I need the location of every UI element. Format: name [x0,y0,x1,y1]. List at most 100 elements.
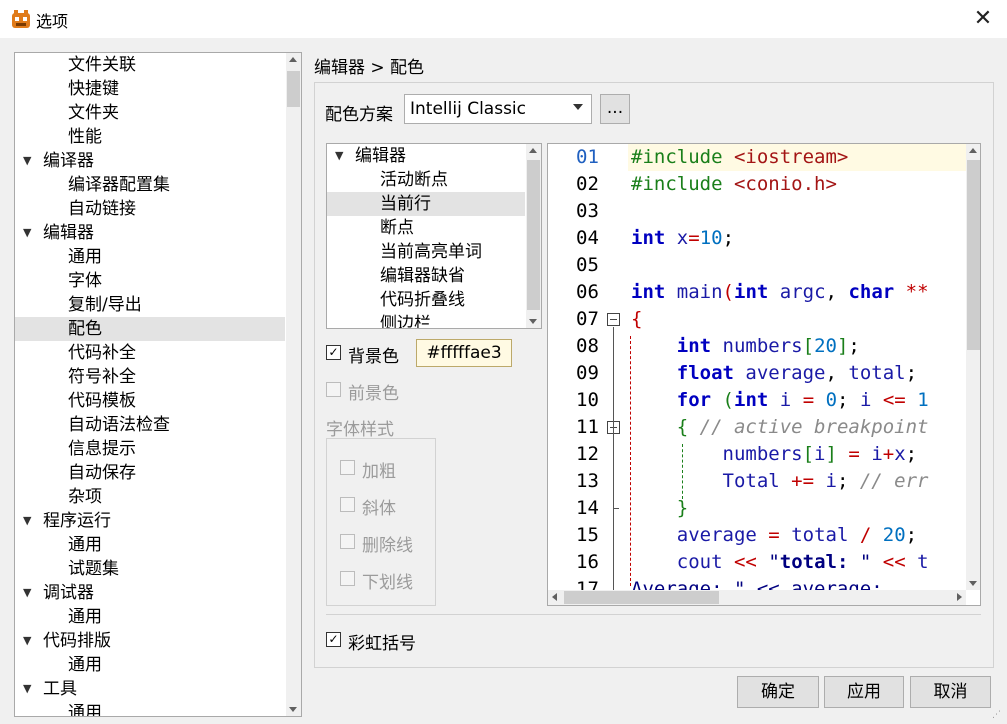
nav-item[interactable]: 代码补全 [15,341,285,365]
nav-item[interactable]: 编译器配置集 [15,173,285,197]
nav-item-label: 通用 [68,535,102,555]
nav-item[interactable]: 自动保存 [15,461,285,485]
nav-item[interactable]: 代码模板 [15,389,285,413]
chevron-down-icon[interactable]: ▼ [23,629,31,653]
chevron-down-icon[interactable]: ▼ [23,509,31,533]
color-item[interactable]: 代码折叠线 [327,288,525,312]
editor-gutter: 01 02 03 04 05 06 07 08 09 10 11 12 13 14 15 16 17 [548,144,628,605]
scheme-select[interactable]: Intellij Classic [404,94,592,124]
chevron-down-icon [573,104,583,110]
nav-item-label: 代码模板 [68,391,136,411]
scheme-value: Intellij Classic [410,99,527,119]
editor-horizontal-scrollbar[interactable] [548,590,966,605]
chevron-down-icon[interactable]: ▼ [23,581,31,605]
nav-item[interactable]: 性能 [15,125,285,149]
nav-group[interactable]: ▼ 编辑器 [15,221,285,245]
nav-item[interactable]: 文件关联 [15,53,285,77]
line-number: 13 [576,470,599,492]
resize-grip-icon[interactable]: ⋰ [992,710,1001,720]
scheme-label: 配色方案 [325,105,393,125]
background-label: 背景色 [348,347,399,367]
strikeout-checkbox[interactable] [340,534,355,549]
color-item[interactable]: 当前高亮单词 [327,240,525,264]
italic-label: 斜体 [362,499,396,519]
apply-button[interactable]: 应用 [824,676,904,708]
color-item[interactable]: 断点 [327,216,525,240]
nav-item-label: 调试器 [43,583,94,603]
nav-item-label: 文件关联 [68,55,136,75]
code-preview-editor[interactable]: 01 02 03 04 05 06 07 08 09 10 11 12 13 14 15 16 17 #incl… [547,143,981,606]
line-number: 09 [576,362,599,384]
chevron-down-icon[interactable]: ▼ [23,221,31,245]
color-item-label: 代码折叠线 [380,290,465,310]
line-number: 06 [576,281,599,303]
chevron-down-icon[interactable]: ▼ [23,677,31,701]
color-item-label: 当前高亮单词 [380,242,482,262]
separator [326,614,981,615]
nav-item[interactable]: 符号补全 [15,365,285,389]
italic-checkbox[interactable] [340,497,355,512]
color-item[interactable]: 当前行 [327,192,525,216]
nav-item[interactable]: 快捷键 [15,77,285,101]
bold-label: 加粗 [362,462,396,482]
nav-item[interactable]: 通用 [15,605,285,629]
rainbow-brackets-checkbox[interactable]: ✓ [326,632,341,647]
nav-group[interactable]: ▼ 工具 [15,677,285,701]
line-number: 07 [576,308,599,330]
nav-item[interactable]: 自动链接 [15,197,285,221]
nav-scrollbar[interactable] [286,53,301,716]
close-icon[interactable]: ✕ [968,4,998,34]
color-item[interactable]: 活动断点 [327,168,525,192]
nav-group[interactable]: ▼ 调试器 [15,581,285,605]
nav-item[interactable]: 通用 [15,245,285,269]
chevron-down-icon[interactable]: ▼ [335,144,343,168]
app-icon [12,10,30,28]
color-item-tree: 侧边栏 代码折叠线 编辑器缺省 当前高亮单词 断点 当前行 活动断点 ▼ 编辑器 [326,143,542,329]
strikeout-label: 删除线 [362,536,413,556]
bold-checkbox[interactable] [340,460,355,475]
nav-group[interactable]: ▼ 代码排版 [15,629,285,653]
editor-vertical-scrollbar[interactable] [966,144,980,590]
color-item-label: 编辑器缺省 [380,266,465,286]
scheme-more-button[interactable]: ... [600,94,630,124]
nav-group[interactable]: ▼ 程序运行 [15,509,285,533]
nav-item-label: 编辑器 [43,223,94,243]
line-number: 08 [576,335,599,357]
line-number: 02 [576,173,599,195]
nav-item[interactable]: 通用 [15,701,285,717]
nav-item[interactable]: 通用 [15,533,285,557]
underline-checkbox[interactable] [340,571,355,586]
fold-marker-icon[interactable] [607,313,620,326]
nav-item[interactable]: 复制/导出 [15,293,285,317]
nav-item[interactable]: 信息提示 [15,437,285,461]
nav-item[interactable]: 杂项 [15,485,285,509]
nav-item-label: 通用 [68,607,102,627]
nav-item[interactable]: 文件夹 [15,101,285,125]
nav-item-label: 试题集 [68,559,119,579]
font-style-title: 字体样式 [326,420,394,440]
nav-item-label: 通用 [68,703,102,717]
background-color-button[interactable]: #fffffae3 [416,339,512,367]
nav-group[interactable]: ▼ 编译器 [15,149,285,173]
nav-item[interactable]: 试题集 [15,557,285,581]
color-item[interactable]: 编辑器缺省 [327,264,525,288]
foreground-checkbox[interactable] [326,382,341,397]
color-item[interactable]: 侧边栏 [327,312,525,328]
title-bar [0,0,1007,38]
line-number: 01 [576,146,599,168]
line-number: 03 [576,200,599,222]
item-tree-scrollbar[interactable] [526,144,541,328]
nav-item-label: 杂项 [68,487,102,507]
nav-item[interactable]: 配色 [15,317,285,341]
background-checkbox[interactable]: ✓ [326,345,341,360]
chevron-down-icon[interactable]: ▼ [23,149,31,173]
nav-item-label: 编译器 [43,151,94,171]
color-item-label: 编辑器 [355,146,406,166]
color-item[interactable]: ▼ 编辑器 [327,144,525,168]
nav-item[interactable]: 自动语法检查 [15,413,285,437]
nav-item[interactable]: 字体 [15,269,285,293]
nav-item-label: 性能 [68,127,102,147]
cancel-button[interactable]: 取消 [910,676,991,708]
ok-button[interactable]: 确定 [737,676,819,708]
nav-item[interactable]: 通用 [15,653,285,677]
